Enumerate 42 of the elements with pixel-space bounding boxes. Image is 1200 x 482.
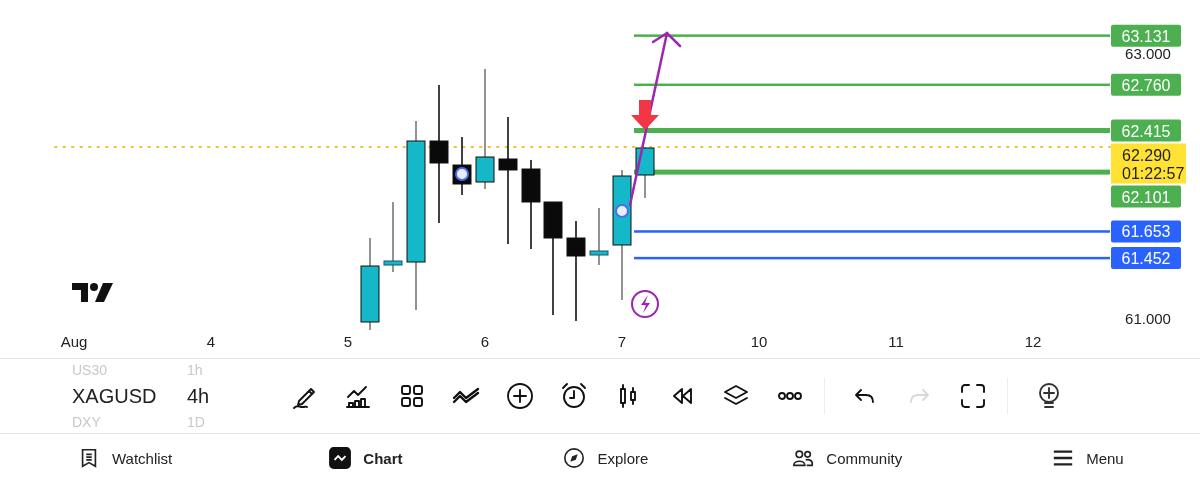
add-icon[interactable] [506, 382, 534, 410]
nav-tab[interactable]: Explore [563, 447, 649, 469]
down-arrow-icon[interactable] [631, 100, 659, 130]
candle [589, 207, 609, 266]
price-tick: 63.000 [1125, 45, 1171, 62]
grid-icon[interactable] [398, 382, 426, 410]
compass-icon [563, 447, 586, 469]
price-label: 61.653 [1111, 220, 1181, 243]
candle [383, 201, 403, 273]
trade-marker-icon[interactable] [615, 204, 629, 218]
symbol-option[interactable]: XAGUSD 4h [72, 381, 230, 411]
date-tick: 5 [343, 333, 353, 350]
logo-icon[interactable] [72, 283, 113, 302]
nav-tab[interactable]: Menu [1052, 447, 1124, 469]
date-tick: 7 [617, 333, 627, 350]
fullscreen-icon[interactable] [959, 382, 987, 410]
nav-tab[interactable]: Watchlist [78, 447, 173, 469]
alarm-icon[interactable] [560, 382, 588, 410]
price-level-line[interactable] [634, 256, 1110, 260]
date-tick: 6 [480, 333, 490, 350]
date-tick: 4 [206, 333, 216, 350]
price-label: 62.760 [1111, 73, 1181, 96]
price-label: 63.131 [1111, 24, 1181, 47]
price-level-line[interactable] [634, 83, 1110, 87]
people-icon [792, 447, 815, 469]
nav-tab[interactable]: Community [792, 447, 903, 469]
date-tick: 12 [1024, 333, 1042, 350]
chart-icon [329, 447, 352, 469]
arrow-line[interactable] [628, 31, 682, 207]
candle [635, 146, 655, 199]
menu-icon [1052, 447, 1075, 469]
nav-tab[interactable]: Chart [329, 447, 403, 469]
date-tick: Aug [60, 333, 88, 350]
price-label: 62.101 [1111, 185, 1181, 208]
price-label: 61.452 [1111, 247, 1181, 270]
trade-marker-icon[interactable] [455, 167, 469, 181]
price-label: 62.415 [1111, 119, 1181, 142]
lightning-icon[interactable] [631, 290, 659, 318]
date-tick: 10 [750, 333, 768, 350]
date-tick: 11 [888, 333, 904, 350]
price-tick: 61.000 [1125, 310, 1171, 327]
current-price-label: 62.290 01:22:57 [1111, 143, 1186, 184]
